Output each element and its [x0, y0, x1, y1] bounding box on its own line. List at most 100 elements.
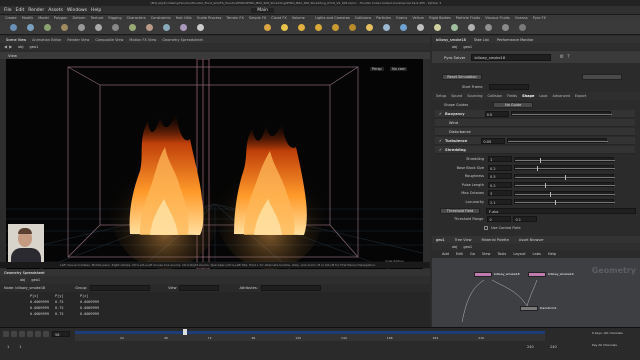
param-slider[interactable]	[514, 199, 615, 206]
param-slider[interactable]	[514, 173, 615, 180]
network-node-transform1[interactable]	[520, 306, 538, 311]
shape-guides-dropdown[interactable]: No Guide	[493, 102, 534, 108]
param-field[interactable]: 1	[488, 156, 512, 163]
start-frame-field[interactable]	[488, 84, 529, 90]
shelf-tab[interactable]: Collisions	[355, 16, 371, 20]
path-geo1[interactable]: geo1	[463, 245, 472, 249]
null-tool-icon[interactable]	[78, 24, 85, 31]
portal-light-icon[interactable]	[451, 24, 458, 31]
threshold-min-field[interactable]: 0	[487, 216, 512, 222]
shelf-tab[interactable]: Vellum	[412, 16, 424, 20]
buoyancy-row[interactable]: ✓ Buoyancy 0.5	[435, 110, 635, 118]
current-frame-field[interactable]: 58	[52, 331, 70, 337]
spreadsheet-table[interactable]: P[x] P[y] P[z] 0.0009999 0.75 0.0009999 …	[0, 292, 430, 327]
menu-go[interactable]: Go	[470, 252, 475, 256]
shelf-tab[interactable]: Characters	[127, 16, 146, 20]
shelf-tab[interactable]: Oceans	[515, 16, 528, 20]
tab-advanced[interactable]: Advanced	[553, 94, 570, 98]
shelf-tab[interactable]: Model	[38, 16, 49, 20]
menu-help[interactable]: Help	[91, 8, 101, 13]
tab-export[interactable]: Export	[575, 94, 586, 98]
path-obj[interactable]: obj	[452, 45, 457, 49]
param-slider[interactable]	[514, 182, 615, 189]
shelf-tab[interactable]: Lights and Cameras	[315, 16, 350, 20]
tab-motion-fx-view[interactable]: Motion FX View	[129, 38, 156, 42]
shelf-tab[interactable]: Rigid Bodies	[429, 16, 451, 20]
column-header[interactable]: P[y]	[55, 294, 80, 298]
shelf-tab[interactable]: Polygon	[54, 16, 68, 20]
control-field-checkbox[interactable]	[484, 226, 488, 230]
wind-row[interactable]: Wind	[435, 119, 635, 127]
area-light-icon[interactable]	[315, 24, 322, 31]
gear-icon[interactable]: ⚙	[559, 54, 563, 60]
menu-tools[interactable]: Tools	[497, 252, 506, 256]
column-header[interactable]: P[x]	[30, 294, 55, 298]
tab-animation-editor[interactable]: Animation Editor	[32, 38, 61, 42]
path-obj[interactable]: obj	[18, 45, 23, 49]
path-obj[interactable]: obj	[452, 245, 457, 249]
tab-take-list[interactable]: Take List	[474, 38, 489, 42]
threshold-field-value-field[interactable]: F-abs	[486, 208, 636, 214]
shelf-tab[interactable]: Particle Fluids	[456, 16, 480, 20]
turbulence-field[interactable]: 0.05	[481, 137, 506, 144]
network-node-billowy-smoke19[interactable]	[528, 272, 546, 277]
tab-composite-view[interactable]: Composite View	[95, 38, 123, 42]
tab-params-node[interactable]: billowy_smoke18	[436, 38, 466, 42]
column-header[interactable]: P[z]	[80, 294, 105, 298]
path-obj[interactable]: obj	[20, 278, 25, 282]
range-end-2[interactable]: 240	[550, 345, 557, 349]
stereo-camera-icon[interactable]	[485, 24, 492, 31]
shelf-tab[interactable]: Rigging	[108, 16, 121, 20]
menu-windows[interactable]: Windows	[67, 8, 87, 13]
draw-curve-icon[interactable]	[146, 24, 153, 31]
menu-edit[interactable]: Edit	[456, 252, 463, 256]
tab-setup[interactable]: Setup	[436, 94, 446, 98]
sphere-tool-icon[interactable]	[10, 24, 17, 31]
menu-help[interactable]: Help	[548, 252, 556, 256]
jump-start-icon[interactable]	[3, 331, 9, 337]
curve-tool-icon[interactable]	[129, 24, 136, 31]
network-editor[interactable]: Geometry billowy_smoke18 billowy_smoke19…	[432, 258, 640, 327]
play-icon[interactable]	[27, 331, 33, 337]
desktop-select[interactable]: Main	[251, 7, 275, 13]
shelf-tab[interactable]: Texture	[91, 16, 104, 20]
key-all-channels-button[interactable]: Key All Channels	[592, 343, 617, 347]
tab-sourcing[interactable]: Sourcing	[467, 94, 482, 98]
spot-light-icon[interactable]	[298, 24, 305, 31]
torus-tool-icon[interactable]	[44, 24, 51, 31]
range-start-2[interactable]: 1	[19, 345, 21, 349]
checkbox-icon[interactable]: ✓	[439, 139, 442, 143]
timeline-ruler[interactable]: 24 48 72 96 120 144 168 192 216	[75, 334, 545, 341]
view-label[interactable]: View	[168, 286, 176, 290]
shelf-tab[interactable]: Guide Process	[197, 16, 222, 20]
volume-light-icon[interactable]	[349, 24, 356, 31]
shelf-tab[interactable]: Grains	[396, 16, 407, 20]
param-slider[interactable]	[514, 156, 615, 163]
tab-render-view[interactable]: Render View	[67, 38, 89, 42]
shelf-tab[interactable]: Volume	[292, 16, 305, 20]
node-name-field[interactable]: billowy_smoke18	[471, 53, 552, 61]
switcher-icon[interactable]	[519, 24, 526, 31]
play-reverse-icon[interactable]	[19, 331, 25, 337]
sky-light-icon[interactable]	[400, 24, 407, 31]
slider-thumb[interactable]	[545, 183, 546, 189]
param-field[interactable]: 0.2	[488, 164, 512, 171]
circle-tool-icon[interactable]	[112, 24, 119, 31]
param-field[interactable]: 0.2	[488, 181, 512, 188]
table-row[interactable]: 0.0009999 0.75 0.0009999	[30, 311, 430, 317]
param-slider[interactable]	[514, 165, 615, 172]
param-field[interactable]: 0.5	[488, 173, 512, 180]
back-arrow-icon[interactable]: ◀	[4, 44, 7, 49]
slider-thumb[interactable]	[540, 157, 541, 163]
geometry-light-icon[interactable]	[332, 24, 339, 31]
shelf-tab[interactable]: Modify	[22, 16, 34, 20]
camera-tool-icon[interactable]	[264, 24, 271, 31]
threshold-max-field[interactable]: 0.1	[513, 216, 538, 222]
camera-menu[interactable]: No cam	[390, 67, 408, 71]
turbulence-row[interactable]: ✓ Turbulence 0.05	[435, 137, 635, 145]
spray-paint-icon[interactable]	[180, 24, 187, 31]
tab-network-geo1[interactable]: geo1	[436, 238, 445, 242]
scene-viewport[interactable]: Persp No cam Indie Edition	[0, 59, 430, 269]
menu-assets[interactable]: Assets	[48, 8, 63, 13]
menu-render[interactable]: Render	[28, 8, 44, 13]
